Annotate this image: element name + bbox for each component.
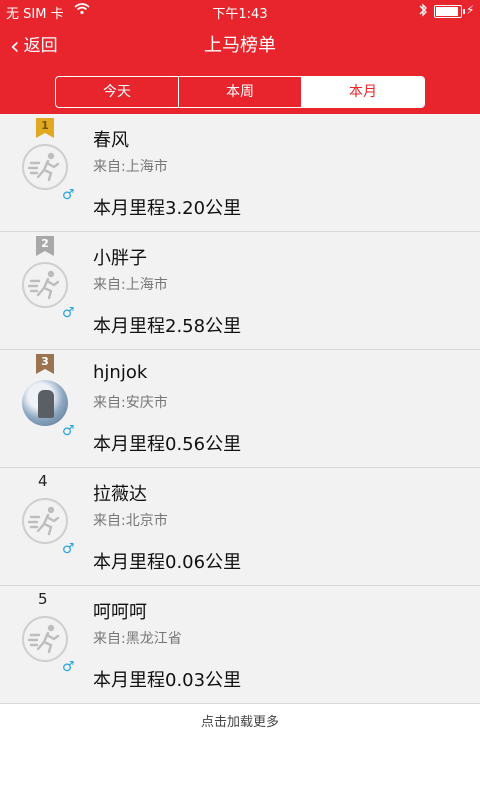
rank-number: 5	[38, 590, 48, 608]
battery-icon	[434, 5, 465, 18]
period-tabs-bar: 今天 本周 本月	[0, 70, 480, 114]
rank-number: 4	[38, 472, 48, 490]
user-location: 来自:上海市	[93, 277, 168, 293]
user-name: 春风	[93, 130, 129, 151]
load-more-button[interactable]: 点击加载更多	[0, 700, 480, 746]
user-name: 小胖子	[93, 248, 147, 269]
runner-avatar-icon	[22, 144, 68, 190]
bronze-rank-badge-icon: 3	[36, 354, 54, 374]
user-name: hjnjok	[93, 362, 148, 383]
tab-month[interactable]: 本月	[302, 77, 424, 107]
charging-icon: ⚡	[466, 3, 475, 17]
navigation-bar: ‹ 返回 上马榜单	[0, 22, 480, 70]
ranking-row[interactable]: 1 ♂ 春风 来自:上海市 本月里程3.20公里	[0, 114, 480, 232]
gold-rank-badge-icon: 1	[36, 118, 54, 138]
back-label: 返回	[23, 36, 58, 56]
user-location: 来自:黑龙江省	[93, 631, 182, 647]
user-location: 来自:上海市	[93, 159, 168, 175]
male-icon: ♂	[62, 187, 75, 203]
silver-rank-badge-icon: 2	[36, 236, 54, 256]
clock-text: 下午1:43	[212, 7, 268, 22]
tab-week[interactable]: 本周	[179, 77, 302, 107]
status-bar: 无 SIM 卡 下午1:43 ⚡	[0, 0, 480, 22]
runner-avatar-icon	[22, 262, 68, 308]
male-icon: ♂	[62, 541, 75, 557]
monthly-distance: 本月里程0.56公里	[93, 434, 242, 455]
bluetooth-icon	[418, 2, 428, 22]
monthly-distance: 本月里程2.58公里	[93, 316, 242, 337]
period-segmented-control: 今天 本周 本月	[55, 76, 425, 108]
ranking-row[interactable]: 3 ♂ hjnjok 来自:安庆市 本月里程0.56公里	[0, 350, 480, 468]
ranking-row[interactable]: 4 ♂ 拉薇达 来自:北京市 本月里程0.06公里	[0, 468, 480, 586]
monthly-distance: 本月里程0.03公里	[93, 670, 242, 691]
back-button[interactable]: ‹ 返回	[10, 22, 58, 70]
male-icon: ♂	[62, 305, 75, 321]
ranking-list: 1 ♂ 春风 来自:上海市 本月里程3.20公里 2 ♂ 小胖子 来自:上海市 …	[0, 114, 480, 704]
user-name: 呵呵呵	[93, 602, 147, 623]
runner-avatar-icon	[22, 616, 68, 662]
user-photo-avatar	[22, 380, 68, 426]
ranking-row[interactable]: 2 ♂ 小胖子 来自:上海市 本月里程2.58公里	[0, 232, 480, 350]
monthly-distance: 本月里程0.06公里	[93, 552, 242, 573]
user-name: 拉薇达	[93, 484, 147, 505]
chevron-left-icon: ‹	[10, 32, 20, 60]
ranking-row[interactable]: 5 ♂ 呵呵呵 来自:黑龙江省 本月里程0.03公里	[0, 586, 480, 704]
runner-avatar-icon	[22, 498, 68, 544]
page-title: 上马榜单	[204, 35, 276, 56]
user-location: 来自:安庆市	[93, 395, 168, 411]
monthly-distance: 本月里程3.20公里	[93, 198, 242, 219]
user-location: 来自:北京市	[93, 513, 168, 529]
male-icon: ♂	[62, 423, 75, 439]
tab-today[interactable]: 今天	[56, 77, 179, 107]
male-icon: ♂	[62, 659, 75, 675]
